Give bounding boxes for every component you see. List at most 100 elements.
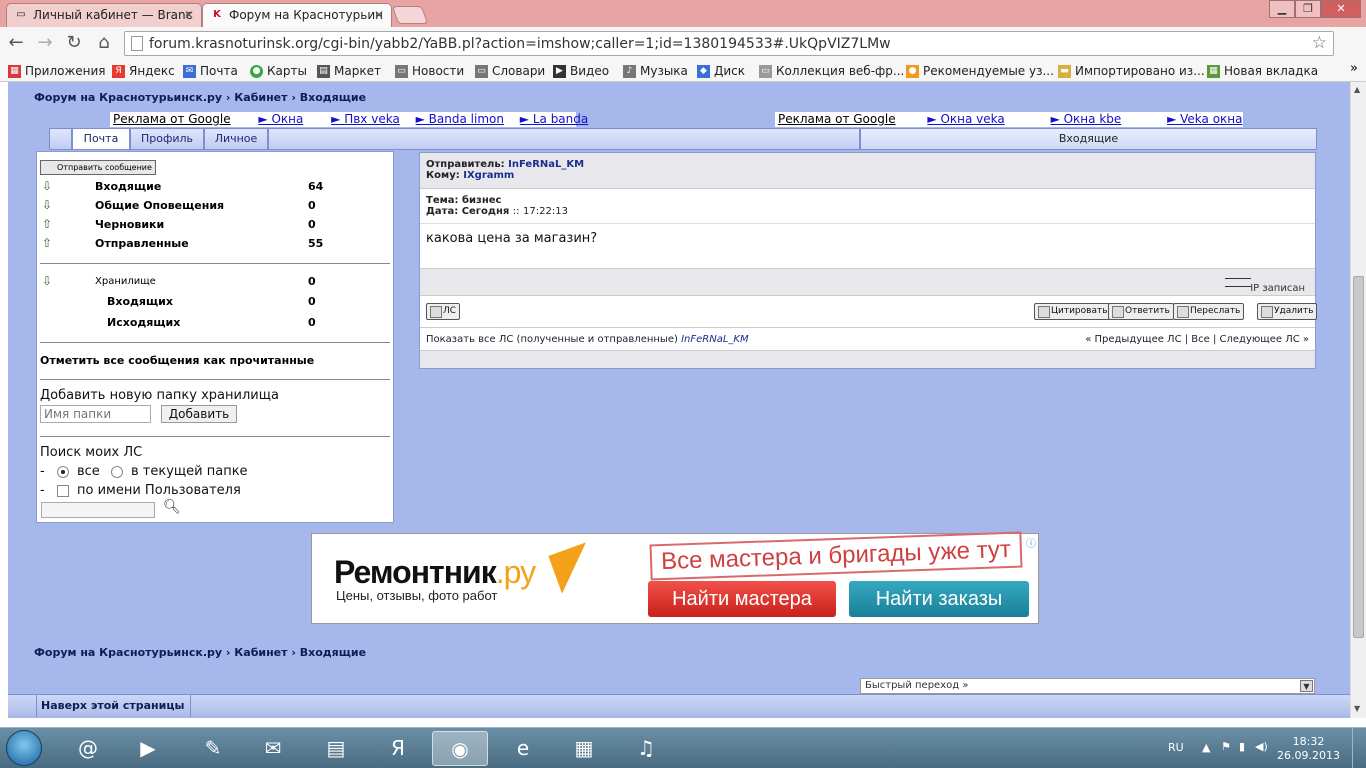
paint-icon[interactable]: ✎ xyxy=(185,731,241,766)
folder-drafts[interactable]: ⇧ Черновики 0 xyxy=(40,216,390,234)
reply-button[interactable]: Ответить xyxy=(1108,303,1174,320)
quote-button[interactable]: Цитировать xyxy=(1034,303,1112,320)
bookmark-web-collection[interactable]: ▭ Коллекция веб-фр... xyxy=(759,62,904,80)
mail-icon[interactable]: ✉ xyxy=(245,731,301,766)
bookmark-apps[interactable]: ▦ Приложения xyxy=(8,62,106,80)
bookmark-yandex[interactable]: Я Яндекс xyxy=(112,62,175,80)
network-icon[interactable]: ▮ xyxy=(1239,740,1245,753)
bookmark-maps[interactable]: ● Карты xyxy=(250,62,307,80)
ad-link[interactable]: ► Пвх veka xyxy=(331,112,400,126)
bookmark-new-tab[interactable]: ▦ Новая вкладка xyxy=(1207,62,1318,80)
tab-mail[interactable]: Почта xyxy=(72,128,130,150)
bookmark-imported[interactable]: ▬ Импортировано из... xyxy=(1058,62,1205,80)
home-icon[interactable]: ⌂ xyxy=(92,31,116,55)
folder-storage-inbox[interactable]: Входящих 0 xyxy=(40,293,390,311)
tray-arrow-icon[interactable]: ▲ xyxy=(1202,741,1210,754)
ads-label[interactable]: Реклама от Google xyxy=(113,112,231,126)
close-tab-icon[interactable]: ✕ xyxy=(374,4,384,26)
show-desktop-button[interactable] xyxy=(1352,728,1366,768)
reload-icon[interactable]: ↻ xyxy=(62,31,86,55)
forward-icon[interactable]: → xyxy=(33,31,57,55)
volume-icon[interactable]: ◀) xyxy=(1255,740,1268,753)
tab-personal[interactable]: Личное xyxy=(204,128,268,150)
pm-button[interactable]: ЛС xyxy=(426,303,461,320)
add-folder-button[interactable]: Добавить xyxy=(161,405,237,423)
search-by-user-checkbox[interactable] xyxy=(57,485,69,497)
forward-button[interactable]: Переслать xyxy=(1173,303,1245,320)
page-scrollbar[interactable]: ▲ ▼ xyxy=(1350,82,1366,718)
yandex-browser-icon[interactable]: Я xyxy=(370,731,426,766)
bookmark-music[interactable]: ♪ Музыка xyxy=(623,62,688,80)
bookmark-news[interactable]: ▭ Новости xyxy=(395,62,464,80)
bookmark-disk[interactable]: ◆ Диск xyxy=(697,62,745,80)
tab-forum[interactable]: K Форум на Краснотурьин ✕ xyxy=(202,3,392,27)
ad-info-icon[interactable]: ⓘ xyxy=(1026,535,1036,550)
show-all-pm-user[interactable]: InFeRNaL_KM xyxy=(681,334,749,345)
bookmark-video[interactable]: ▶ Видео xyxy=(553,62,609,80)
search-all-radio[interactable] xyxy=(57,466,69,478)
find-orders-button[interactable]: Найти заказы xyxy=(849,581,1029,617)
explorer-folder-icon[interactable]: ▤ xyxy=(308,731,364,766)
pm-navigation[interactable]: « Предыдущее ЛС | Все | Следующее ЛС » xyxy=(1085,328,1309,351)
delete-button[interactable]: Удалить xyxy=(1257,303,1318,320)
ad-link[interactable]: ► Veka окна xyxy=(1167,112,1242,126)
search-icon[interactable]: 🔍︎ xyxy=(163,499,181,515)
bookmark-star-icon[interactable]: ☆ xyxy=(1312,33,1327,53)
mail-agent-icon[interactable]: @ xyxy=(60,731,116,766)
ad-link[interactable]: ► Banda limon xyxy=(416,112,504,126)
media-player-icon[interactable]: ▶ xyxy=(120,731,176,766)
ad-link[interactable]: ► La banda xyxy=(520,112,588,126)
folder-name-input[interactable] xyxy=(40,405,151,423)
breadcrumb-cabinet-link[interactable]: Кабинет xyxy=(234,646,287,659)
bookmark-dictionaries[interactable]: ▭ Словари xyxy=(475,62,545,80)
folder-storage[interactable]: ⇩ Хранилище 0 xyxy=(40,273,390,291)
chevron-down-icon[interactable]: ▼ xyxy=(1300,680,1313,692)
ad-link[interactable]: ► Окна veka xyxy=(927,112,1004,126)
maximize-button[interactable]: ❐ xyxy=(1295,0,1321,18)
close-tab-icon[interactable]: ✕ xyxy=(184,4,194,26)
folder-storage-outbox[interactable]: Исходящих 0 xyxy=(40,314,390,332)
quick-jump-select[interactable]: Быстрый переход » ▼ xyxy=(860,678,1315,694)
clock[interactable]: 18:32 26.09.2013 xyxy=(1277,735,1340,763)
start-button[interactable] xyxy=(2,728,46,768)
bookmark-mail[interactable]: ✉ Почта xyxy=(183,62,238,80)
address-bar[interactable]: ☆ xyxy=(124,31,1334,56)
breadcrumb-forum-link[interactable]: Форум на Краснотурьинск.ру xyxy=(34,91,222,104)
language-indicator[interactable]: RU xyxy=(1168,741,1184,754)
ie-icon[interactable]: e xyxy=(495,731,551,766)
ads-label[interactable]: Реклама от Google xyxy=(778,112,896,126)
ad-banner[interactable]: Ремонтник.ру Цены, отзывы, фото работ Вс… xyxy=(311,531,1039,624)
recipient-link[interactable]: IXgramm xyxy=(463,170,514,181)
scroll-thumb[interactable] xyxy=(1353,276,1364,638)
sender-link[interactable]: InFeRNaL_KM xyxy=(508,159,584,170)
bookmark-recommended[interactable]: ● Рекомендуемые уз... xyxy=(906,62,1054,80)
flag-icon[interactable]: ⚑ xyxy=(1221,740,1231,753)
new-tab-button[interactable] xyxy=(391,6,429,24)
search-input[interactable] xyxy=(41,502,155,518)
search-current-folder-radio[interactable] xyxy=(111,466,123,478)
breadcrumb-forum-link[interactable]: Форум на Краснотурьинск.ру xyxy=(34,646,222,659)
close-window-button[interactable]: ✕ xyxy=(1321,0,1361,18)
url-input[interactable] xyxy=(149,34,1299,53)
folder-sent[interactable]: ⇧ Отправленные 55 xyxy=(40,235,390,253)
send-message-button[interactable]: Отправить сообщение xyxy=(40,160,156,175)
back-icon[interactable]: ← xyxy=(4,31,28,55)
scroll-up-icon[interactable]: ▲ xyxy=(1354,85,1360,94)
ad-link[interactable]: ► Окна xyxy=(258,112,303,126)
show-all-pm-link[interactable]: Показать все ЛС (полученные и отправленн… xyxy=(426,334,678,345)
tab-personal-cabinet[interactable]: ▭ Личный кабинет — Branc ✕ xyxy=(6,3,202,27)
speaker-app-icon[interactable]: ♫ xyxy=(618,731,674,766)
tab-profile[interactable]: Профиль xyxy=(130,128,204,150)
folder-announcements[interactable]: ⇩ Общие Оповещения 0 xyxy=(40,197,390,215)
chrome-icon[interactable]: ◉ xyxy=(432,731,488,766)
ad-link[interactable]: ► Окна kbe xyxy=(1051,112,1122,126)
minimize-button[interactable]: ▁ xyxy=(1269,0,1295,18)
folder-inbox[interactable]: ⇩ Входящие 64 xyxy=(40,178,390,196)
scroll-down-icon[interactable]: ▼ xyxy=(1354,704,1360,713)
bookmark-market[interactable]: ▤ Маркет xyxy=(317,62,381,80)
breadcrumb-cabinet-link[interactable]: Кабинет xyxy=(234,91,287,104)
find-master-button[interactable]: Найти мастера xyxy=(648,581,836,617)
archive-icon[interactable]: ▦ xyxy=(556,731,612,766)
bookmarks-more-icon[interactable]: » xyxy=(1350,61,1358,76)
back-to-top-link[interactable]: Наверх этой страницы xyxy=(36,695,192,717)
